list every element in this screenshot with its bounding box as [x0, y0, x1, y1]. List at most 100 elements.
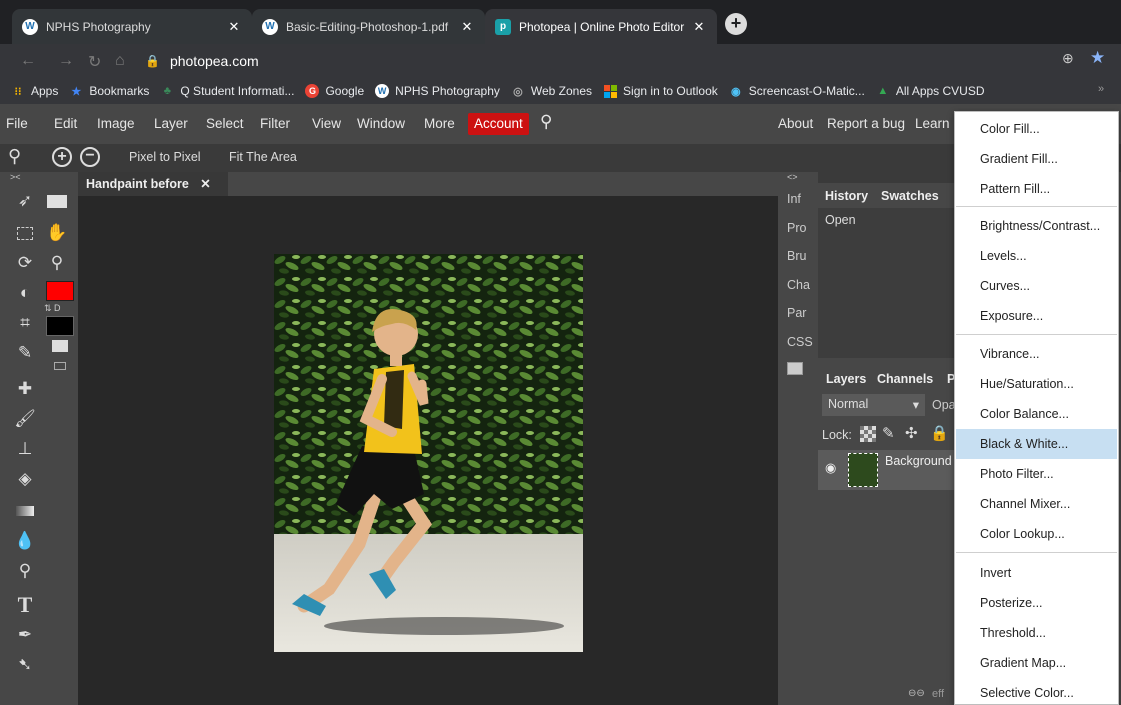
zoom-in-icon[interactable]: +	[52, 147, 72, 167]
menu-item-brightness-contrast[interactable]: Brightness/Contrast...	[956, 211, 1117, 241]
new-tab-button[interactable]: +	[725, 13, 747, 35]
lock-paint-icon[interactable]: ✎	[882, 424, 895, 442]
path-select-icon[interactable]: ➷	[12, 652, 38, 678]
lock-transparency-icon[interactable]	[860, 426, 876, 442]
blend-mode-select[interactable]: Normal ▾	[822, 394, 925, 416]
browser-tab-pdf[interactable]: W Basic-Editing-Photoshop-1.pdf ✕	[252, 9, 485, 44]
bookmark-star-icon[interactable]: ★	[1090, 48, 1105, 68]
eyedropper-icon[interactable]: ✎	[12, 340, 38, 366]
bookmark-google[interactable]: G Google	[305, 84, 364, 98]
foreground-color-swatch[interactable]	[46, 281, 74, 301]
menu-item-vibrance[interactable]: Vibrance...	[956, 339, 1117, 369]
tab-close-icon[interactable]: ✕	[459, 19, 475, 35]
browser-tab-photopea[interactable]: p Photopea | Online Photo Editor ✕	[485, 9, 717, 44]
forward-icon[interactable]: →	[58, 52, 74, 70]
fit-area-button[interactable]: Fit The Area	[229, 150, 297, 164]
bookmark-web-zones[interactable]: ◎ Web Zones	[511, 84, 592, 98]
menu-window[interactable]: Window	[353, 113, 409, 135]
dodge-tool-icon[interactable]: ⚲	[12, 558, 38, 584]
back-icon[interactable]: ←	[20, 52, 36, 70]
panel-paragraph-button[interactable]: Par	[787, 306, 806, 320]
bookmark-cvusd[interactable]: ▲ All Apps CVUSD	[876, 84, 984, 98]
menu-item-threshold[interactable]: Threshold...	[956, 618, 1117, 648]
rectangle-shape-icon[interactable]	[44, 188, 70, 214]
quick-mask-icon[interactable]	[52, 340, 68, 352]
panel-info-button[interactable]: Inf	[787, 192, 801, 206]
bookmark-q-student[interactable]: ♣ Q Student Informati...	[160, 84, 295, 98]
extension-icon[interactable]: ⊕	[1062, 50, 1074, 67]
menu-item-hue-saturation[interactable]: Hue/Saturation...	[956, 369, 1117, 399]
reload-icon[interactable]: ↻	[88, 52, 101, 72]
menu-edit[interactable]: Edit	[50, 113, 81, 135]
effects-label[interactable]: eff	[932, 688, 944, 700]
browser-tab-nphs[interactable]: W NPHS Photography ✕	[12, 9, 252, 44]
brush-tool-icon[interactable]: 🖌	[12, 406, 38, 432]
pixel-to-pixel-button[interactable]: Pixel to Pixel	[129, 150, 201, 164]
menu-item-photo-filter[interactable]: Photo Filter...	[956, 459, 1117, 489]
lock-move-icon[interactable]: ✣	[905, 424, 918, 442]
menu-item-posterize[interactable]: Posterize...	[956, 588, 1117, 618]
gradient-tool-icon[interactable]	[12, 498, 38, 524]
search-icon[interactable]: ⚲	[536, 111, 556, 133]
text-tool-icon[interactable]: T	[12, 592, 38, 618]
menu-item-color-fill[interactable]: Color Fill...	[956, 114, 1117, 144]
bookmark-screencast[interactable]: ◉ Screencast-O-Matic...	[729, 84, 865, 98]
eye-icon[interactable]: ◉	[825, 460, 836, 476]
link-layers-icon[interactable]: ⊖⊖	[908, 688, 925, 699]
menu-item-black-white[interactable]: Black & White...	[956, 429, 1117, 459]
menu-item-exposure[interactable]: Exposure...	[956, 301, 1117, 331]
crop-tool-icon[interactable]: ⌗	[12, 310, 38, 336]
menu-filter[interactable]: Filter	[256, 113, 294, 135]
bookmark-bookmarks[interactable]: ★ Bookmarks	[69, 84, 149, 98]
lasso-tool-icon[interactable]: ⟳	[12, 250, 38, 276]
document-close-icon[interactable]: ✕	[200, 177, 210, 191]
swap-colors-icon[interactable]: ⇅ D	[44, 303, 61, 314]
blur-tool-icon[interactable]: 💧	[12, 528, 38, 554]
collapse-toolbar-icon[interactable]: ><	[10, 172, 21, 182]
bookmark-nphs[interactable]: W NPHS Photography	[375, 84, 500, 98]
tab-swatches[interactable]: Swatches	[881, 189, 939, 203]
background-color-swatch[interactable]	[46, 316, 74, 336]
menu-item-selective-color[interactable]: Selective Color...	[956, 678, 1117, 705]
bookmark-outlook[interactable]: Sign in to Outlook	[603, 84, 718, 98]
panel-css-button[interactable]: CSS	[787, 335, 813, 349]
healing-brush-icon[interactable]: ✚	[12, 376, 38, 402]
layer-name[interactable]: Background	[885, 454, 952, 468]
panel-character-button[interactable]: Cha	[787, 278, 810, 292]
menu-learn[interactable]: Learn	[911, 113, 954, 135]
menu-item-curves[interactable]: Curves...	[956, 271, 1117, 301]
menu-image[interactable]: Image	[93, 113, 139, 135]
lock-all-icon[interactable]: 🔒	[930, 424, 949, 442]
zoom-out-icon[interactable]: −	[80, 147, 100, 167]
quick-select-icon[interactable]: ◐	[12, 280, 38, 306]
panel-brush-button[interactable]: Bru	[787, 249, 806, 263]
history-item[interactable]: Open	[825, 213, 856, 227]
menu-item-color-lookup[interactable]: Color Lookup...	[956, 519, 1117, 549]
menu-file[interactable]: File	[2, 113, 32, 135]
menu-item-levels[interactable]: Levels...	[956, 241, 1117, 271]
address-bar[interactable]: 🔒 photopea.com	[145, 48, 1110, 74]
menu-item-gradient-map[interactable]: Gradient Map...	[956, 648, 1117, 678]
screen-mode-icon[interactable]	[54, 362, 66, 370]
zoom-tool-icon[interactable]: ⚲	[44, 250, 70, 276]
pen-tool-icon[interactable]: ✒	[12, 622, 38, 648]
panel-properties-button[interactable]: Pro	[787, 221, 806, 235]
menu-about[interactable]: About	[774, 113, 817, 135]
bookmarks-overflow-icon[interactable]: »	[1098, 83, 1104, 95]
menu-more[interactable]: More	[420, 113, 459, 135]
menu-item-invert[interactable]: Invert	[956, 558, 1117, 588]
menu-select[interactable]: Select	[202, 113, 248, 135]
menu-item-pattern-fill[interactable]: Pattern Fill...	[956, 174, 1117, 204]
menu-view[interactable]: View	[308, 113, 345, 135]
home-icon[interactable]: ⌂	[115, 52, 125, 70]
menu-item-color-balance[interactable]: Color Balance...	[956, 399, 1117, 429]
bookmark-apps[interactable]: ⁝⁝ Apps	[11, 84, 59, 98]
menu-layer[interactable]: Layer	[150, 113, 192, 135]
tab-close-icon[interactable]: ✕	[691, 19, 707, 35]
document-canvas-image[interactable]	[274, 254, 583, 652]
account-button[interactable]: Account	[468, 113, 529, 135]
layer-row[interactable]: ◉ Background	[818, 450, 954, 490]
move-tool-icon[interactable]: ➶	[12, 188, 38, 214]
tab-history[interactable]: History	[825, 189, 868, 203]
tab-channels[interactable]: Channels	[877, 372, 933, 386]
